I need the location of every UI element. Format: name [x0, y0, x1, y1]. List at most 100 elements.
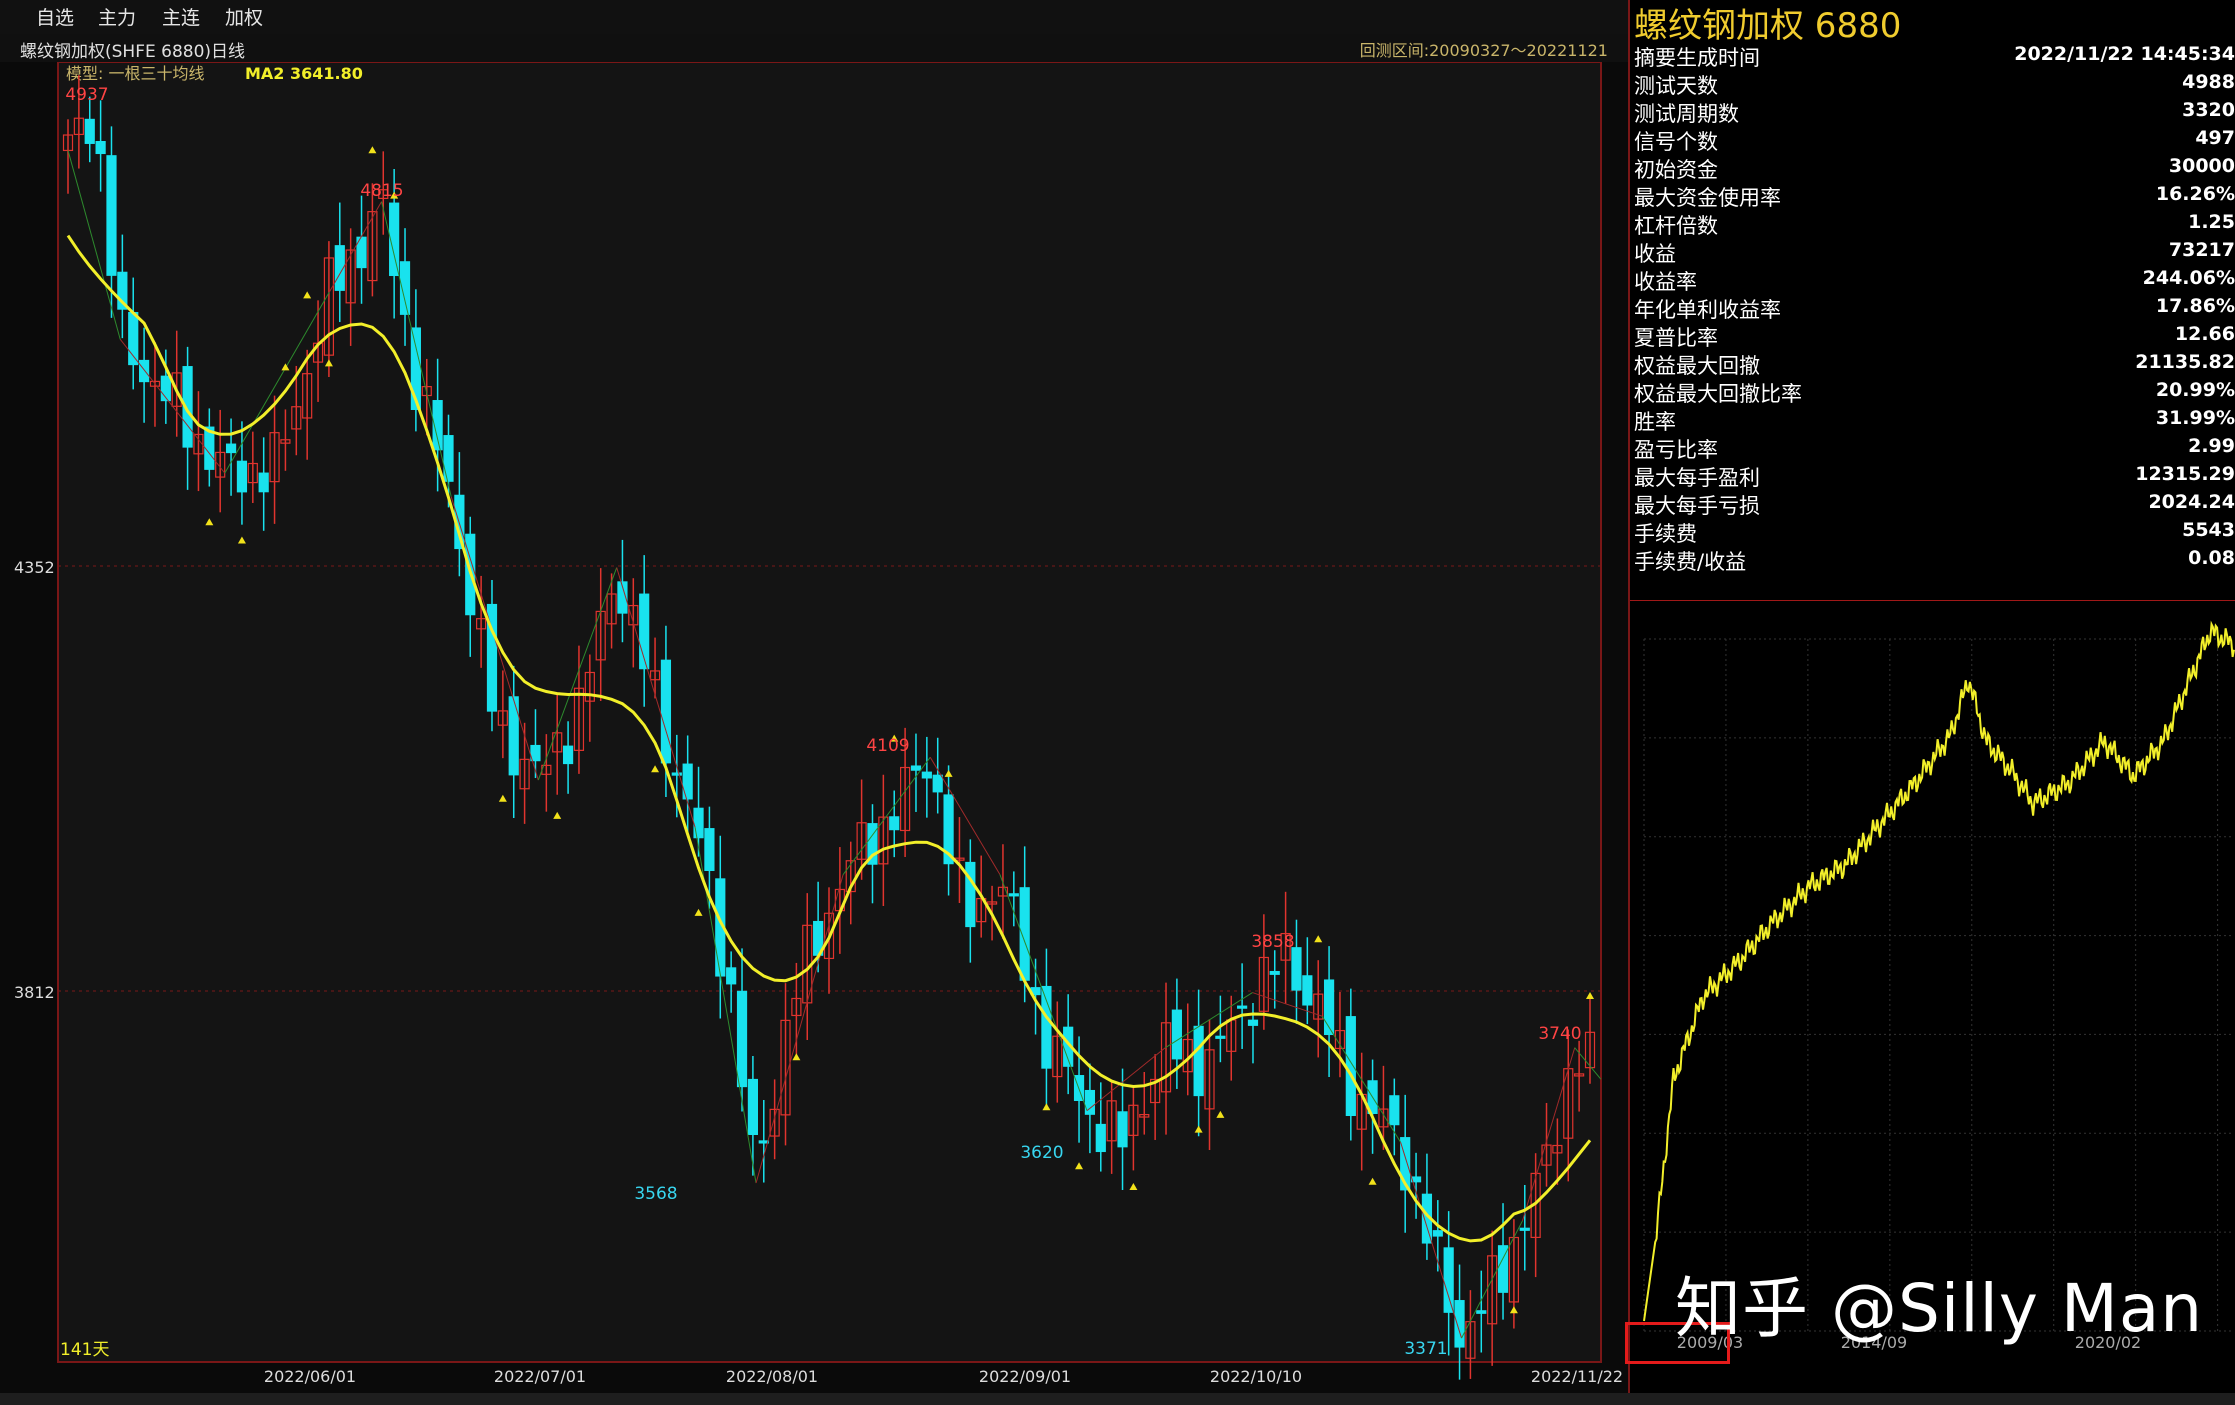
candle-down: [95, 140, 106, 155]
day-count: 141天: [60, 1340, 109, 1360]
x-tick-1122: 2022/11/22: [1531, 1367, 1623, 1386]
stat-value: 16.26%: [2155, 183, 2235, 205]
extreme-label-high-4109: 4109: [866, 736, 909, 756]
candle-down: [508, 696, 519, 776]
menu-item-main-continuous[interactable]: 主连: [162, 3, 200, 30]
watermark: 知乎 @Silly Man: [1675, 1270, 2204, 1347]
stat-value: 2.99: [2188, 435, 2235, 457]
candle-down: [562, 745, 574, 765]
stat-value: 73217: [2168, 239, 2235, 261]
candle-down: [1389, 1095, 1400, 1126]
menu-item-favorites[interactable]: 自选: [36, 3, 74, 30]
candle-down: [965, 861, 976, 928]
plot-area: [57, 62, 1602, 1363]
stat-row: 手续费/收益 0.08: [1634, 546, 2235, 574]
stat-row: 杠杆倍数 1.25: [1634, 210, 2235, 238]
stat-row: 年化单利收益率 17.86%: [1634, 294, 2235, 322]
menu-bar: 自选 主力 主连 加权: [0, 0, 1628, 35]
stat-label: 杠杆倍数: [1634, 214, 1718, 238]
stat-row: 初始资金 30000: [1634, 154, 2235, 182]
stat-label: 最大每手亏损: [1634, 494, 1760, 518]
candle-down: [1345, 1016, 1356, 1117]
candle-down: [660, 659, 672, 764]
stat-label: 盈亏比率: [1634, 438, 1718, 462]
candle-down: [1237, 1005, 1248, 1009]
stat-value: 17.86%: [2155, 295, 2235, 317]
stat-row: 手续费 5543: [1634, 518, 2235, 546]
candle-down: [921, 771, 932, 779]
candle-down: [1247, 1019, 1259, 1026]
extreme-label-low-3568: 3568: [634, 1184, 677, 1204]
candle-down: [1095, 1123, 1106, 1153]
candle-down: [443, 435, 454, 482]
stat-row: 测试天数 4988: [1634, 70, 2235, 98]
stat-row: 最大每手盈利 12315.29: [1634, 462, 2235, 490]
candle-down: [758, 1140, 769, 1144]
x-tick-0701: 2022/07/01: [494, 1367, 586, 1386]
candle-down: [258, 472, 269, 493]
candle-down: [1519, 1227, 1530, 1231]
y-tick-4352: 4352: [14, 558, 55, 577]
bottom-scroll-strip[interactable]: [0, 1393, 2235, 1405]
candle-down: [1443, 1247, 1454, 1313]
stat-value: 21135.82: [2135, 351, 2235, 373]
backtest-summary-panel: 螺纹钢加权 6880 摘要生成时间 2022/11/22 14:45:34 测试天数…: [1628, 0, 2235, 1405]
stat-row: 最大资金使用率 16.26%: [1634, 182, 2235, 210]
chart-header: 螺纹钢加权(SHFE 6880)日线 回测区间:20090327～2022112…: [0, 34, 1628, 63]
stat-value: 12.66: [2174, 323, 2235, 345]
candle-down: [236, 460, 248, 493]
stat-value: 0.08: [2188, 547, 2235, 569]
stat-value: 31.99%: [2155, 407, 2235, 429]
stat-label: 最大每手盈利: [1634, 466, 1760, 490]
candle-down: [736, 990, 748, 1088]
stat-row: 权益最大回撤 21135.82: [1634, 350, 2235, 378]
extreme-label-high-3858: 3858: [1251, 932, 1294, 952]
stat-row: 权益最大回撤比率 20.99%: [1634, 378, 2235, 406]
candle-down: [1323, 979, 1335, 1036]
extreme-label-low-3620: 3620: [1020, 1143, 1063, 1163]
candle-down: [530, 744, 541, 762]
stat-label: 信号个数: [1634, 130, 1718, 154]
stat-row: 夏普比率 12.66: [1634, 322, 2235, 350]
candle-down: [693, 807, 704, 839]
candlestick-chart[interactable]: 4352 3812 模型: 一根三十均线 MA2 3641.80 141天 49…: [0, 62, 1628, 1393]
equity-curve-line: [1643, 620, 2235, 1322]
candle-down: [1269, 970, 1280, 975]
stat-row: 信号个数 497: [1634, 126, 2235, 154]
stat-label: 摘要生成时间: [1634, 46, 1760, 70]
x-tick-1010: 2022/10/10: [1210, 1367, 1302, 1386]
stat-row: 盈亏比率 2.99: [1634, 434, 2235, 462]
stat-row: 测试周期数 3320: [1634, 98, 2235, 126]
candle-down: [932, 774, 943, 793]
candle-down: [726, 967, 737, 985]
candle-down: [747, 1078, 759, 1136]
candle-down: [1432, 1230, 1443, 1237]
menu-item-weighted[interactable]: 加权: [225, 3, 263, 30]
candle-down: [1302, 975, 1313, 1006]
candle-down: [1476, 1310, 1487, 1314]
stat-label: 测试周期数: [1634, 102, 1739, 126]
stat-label: 权益最大回撤: [1634, 354, 1760, 378]
candle-down: [139, 359, 150, 383]
stat-value: 497: [2195, 127, 2235, 149]
extreme-label-high-4937: 4937: [65, 85, 108, 105]
y-tick-3812: 3812: [14, 983, 55, 1002]
candle-down: [704, 828, 715, 871]
stat-value: 4988: [2182, 71, 2235, 93]
stat-label: 权益最大回撤比率: [1634, 382, 1802, 406]
chart-title: 螺纹钢加权(SHFE 6880)日线: [20, 42, 246, 62]
candle-down: [1008, 893, 1019, 897]
candle-down: [671, 772, 682, 776]
candle-down: [889, 816, 900, 831]
extreme-label-high-3740: 3740: [1538, 1024, 1581, 1044]
candle-down: [389, 202, 400, 277]
candle-down: [225, 443, 237, 454]
stat-label: 测试天数: [1634, 74, 1718, 98]
backtest-range: 回测区间:20090327～20221121: [1359, 41, 1608, 60]
stat-label: 收益: [1634, 242, 1676, 266]
candle-down: [1117, 1111, 1128, 1148]
stat-value: 30000: [2168, 155, 2235, 177]
model-label: 模型: 一根三十均线: [66, 64, 204, 83]
menu-item-main-force[interactable]: 主力: [98, 3, 136, 30]
candle-down: [1215, 1035, 1226, 1039]
